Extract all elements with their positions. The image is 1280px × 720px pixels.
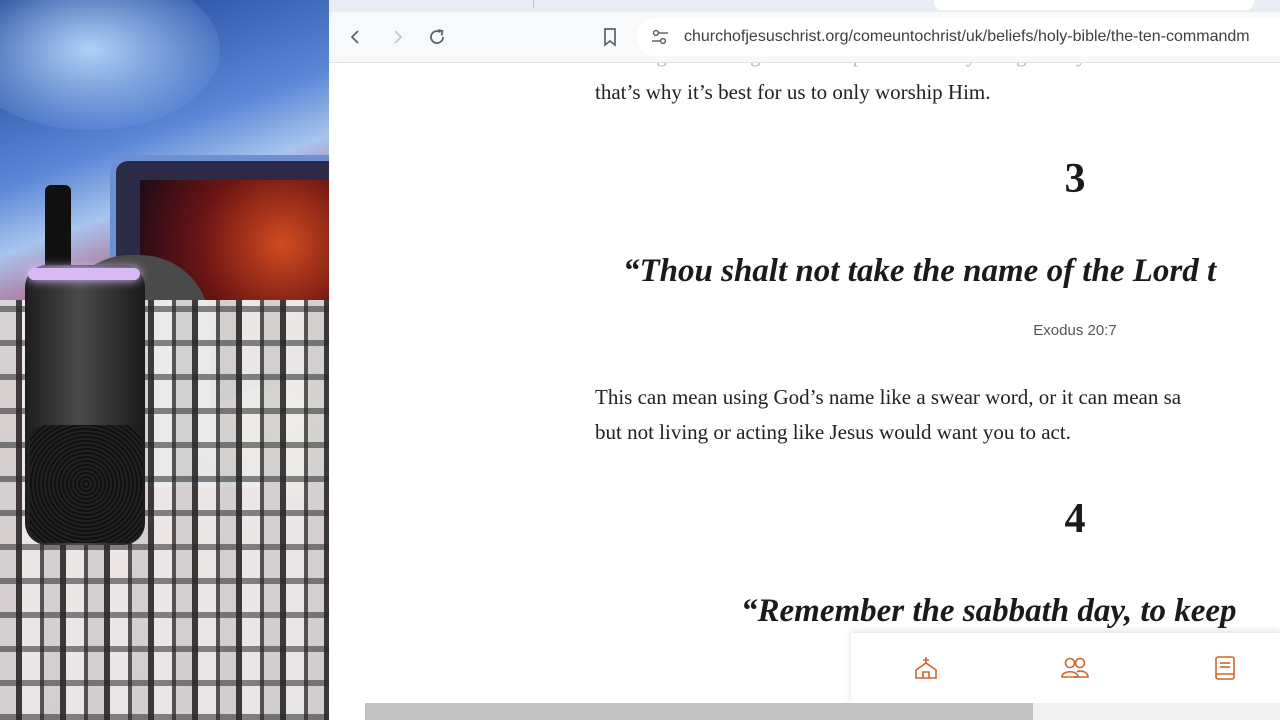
commandment-3-number: 3 <box>1064 156 1086 202</box>
chevron-left-icon <box>350 30 359 44</box>
bookmark-button[interactable] <box>597 24 623 50</box>
light-glow <box>0 0 220 130</box>
paragraph-2-line-1: This can mean using God’s name like a sw… <box>595 385 1182 409</box>
commandment-4-quote: “Remember the sabbath day, to keep <box>741 593 1237 629</box>
chevron-right-icon <box>394 30 403 44</box>
browser-toolbar: churchofjesuschrist.org/comeuntochrist/u… <box>329 12 1280 63</box>
paragraph-1-line-2: that’s why it’s best for us to only wors… <box>595 80 991 104</box>
church-icon <box>915 657 937 679</box>
webcam-overlay <box>0 0 365 720</box>
book-nav-button[interactable] <box>1210 653 1240 683</box>
faded-text-line: are dangerous things to worship because … <box>595 63 1280 73</box>
back-button[interactable] <box>343 24 369 50</box>
reload-icon <box>430 29 444 44</box>
book-icon <box>1215 656 1235 680</box>
commandment-3-reference: Exodus 20:7 <box>1033 322 1117 339</box>
scrollbar-thumb[interactable] <box>365 703 1033 720</box>
church-nav-button[interactable] <box>911 653 941 683</box>
tab-strip <box>329 0 1280 12</box>
commandment-3-quote: “Thou shalt not take the name of the Lor… <box>623 253 1217 289</box>
paragraph-2-line-2: but not living or acting like Jesus woul… <box>595 420 1071 444</box>
address-bar[interactable]: churchofjesuschrist.org/comeuntochrist/u… <box>637 18 1280 56</box>
commandment-4-number: 4 <box>1064 496 1086 542</box>
mic-grill <box>30 425 142 543</box>
tab-separator <box>533 0 534 8</box>
forward-button[interactable] <box>384 24 410 50</box>
browser-window: churchofjesuschrist.org/comeuntochrist/u… <box>329 0 1280 720</box>
url-text[interactable]: churchofjesuschrist.org/comeuntochrist/u… <box>684 28 1250 46</box>
active-tab[interactable] <box>934 0 1254 10</box>
people-icon <box>1061 657 1089 678</box>
people-nav-button[interactable] <box>1060 653 1090 683</box>
mic-stand <box>45 185 71 275</box>
mic-light-ring <box>28 268 140 280</box>
bookmark-icon <box>604 28 616 47</box>
article-content: are dangerous things to worship because … <box>329 63 1280 703</box>
bottom-navigation <box>851 633 1280 703</box>
tune-icon[interactable] <box>651 29 669 45</box>
reload-button[interactable] <box>424 24 450 50</box>
